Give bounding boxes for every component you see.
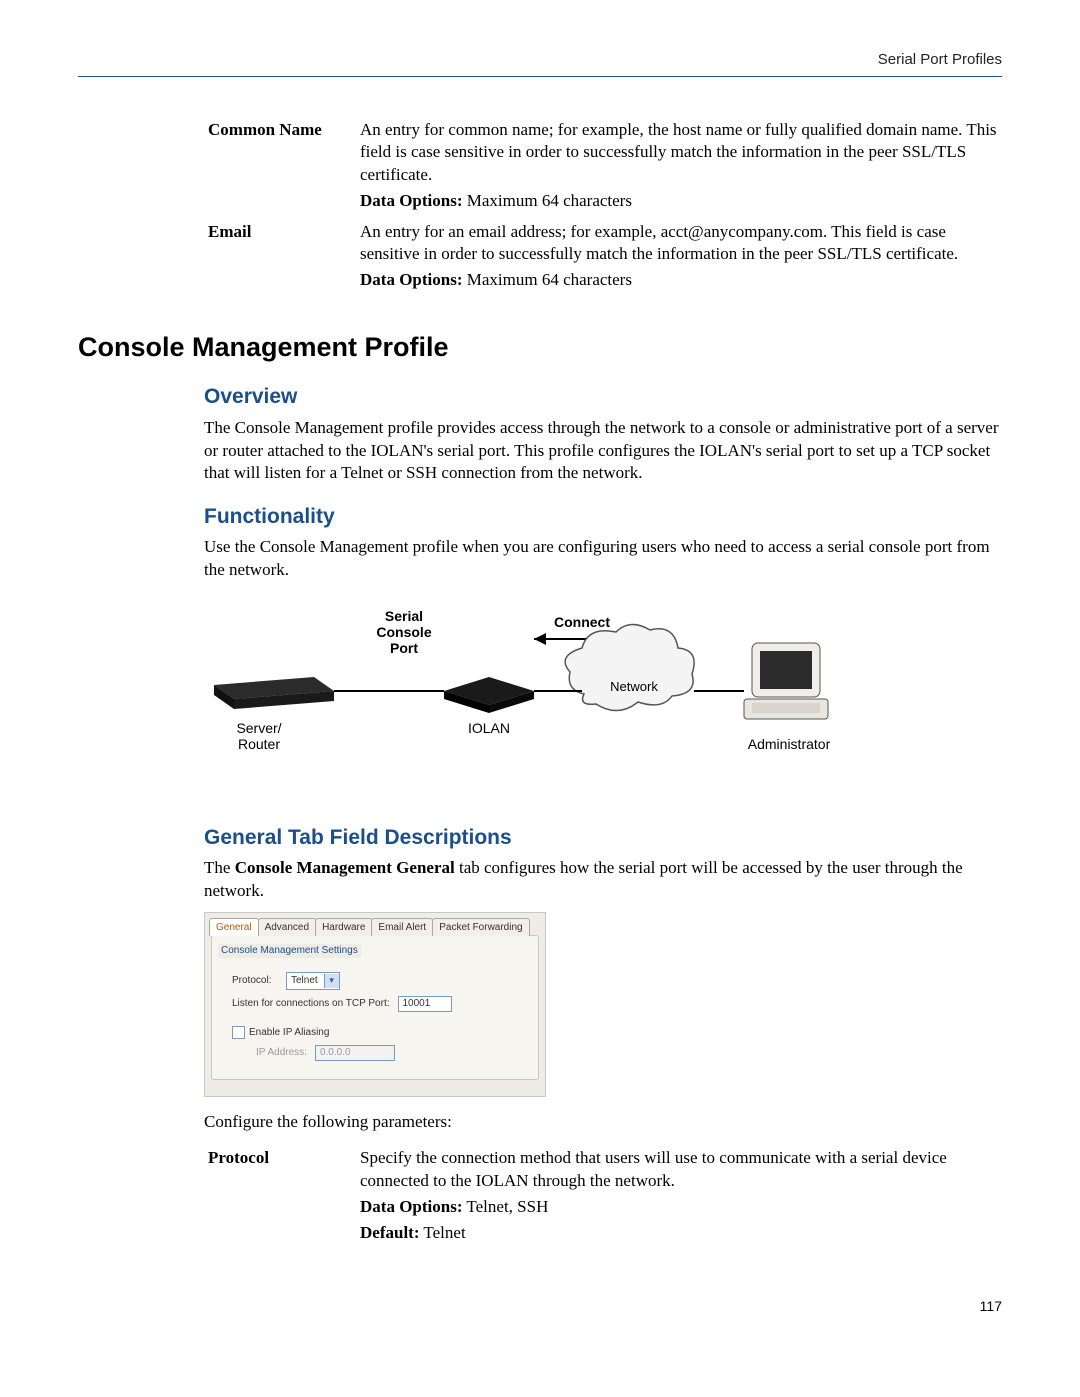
tab-packet-forwarding[interactable]: Packet Forwarding: [432, 918, 529, 936]
def-desc: An entry for common name; for example, t…: [360, 115, 1002, 217]
table-row: Email An entry for an email address; for…: [208, 217, 1002, 296]
diagram-label-connect: Connect: [554, 614, 610, 630]
configure-params-text: Configure the following parameters:: [204, 1111, 1002, 1133]
functionality-text: Use the Console Management profile when …: [204, 536, 1002, 581]
server-router-icon: [214, 677, 334, 709]
network-cloud-icon: [565, 625, 694, 711]
def-desc-text: An entry for common name; for example, t…: [360, 120, 997, 184]
data-options-label: Data Options:: [360, 270, 462, 289]
def-desc-text: Specify the connection method that users…: [360, 1148, 947, 1189]
general-tab-heading: General Tab Field Descriptions: [204, 824, 1002, 852]
data-options-row: Data Options: Telnet, SSH: [360, 1196, 1002, 1218]
diagram-label-server: Server/Router: [236, 720, 281, 752]
table-row: Protocol Specify the connection method t…: [208, 1143, 1002, 1249]
diagram-label-serial-port: SerialConsolePort: [376, 608, 431, 656]
tab-email-alert[interactable]: Email Alert: [371, 918, 433, 936]
diagram-svg: Server/Router SerialConsolePort IOLAN Co…: [204, 599, 844, 789]
tab-advanced[interactable]: Advanced: [258, 918, 316, 936]
def-term: Protocol: [208, 1143, 360, 1249]
def-term: Email: [208, 217, 360, 296]
console-management-settings-panel: General Advanced Hardware Email Alert Pa…: [204, 912, 546, 1097]
ip-address-input: 0.0.0.0: [315, 1045, 395, 1061]
listen-port-row: Listen for connections on TCP Port: 1000…: [232, 996, 528, 1012]
data-options-label: Data Options:: [360, 1197, 462, 1216]
data-options-value: Telnet, SSH: [462, 1197, 548, 1216]
tab-hardware[interactable]: Hardware: [315, 918, 372, 936]
intro-pre: The: [204, 858, 235, 877]
data-options-value: Maximum 64 characters: [462, 191, 631, 210]
definition-table-top: Common Name An entry for common name; fo…: [208, 115, 1002, 296]
page-number: 117: [78, 1297, 1002, 1315]
enable-ip-aliasing-label: Enable IP Aliasing: [249, 1026, 329, 1039]
tab-general[interactable]: General: [209, 918, 259, 936]
diagram-label-network: Network: [610, 679, 658, 694]
ip-address-row: IP Address: 0.0.0.0: [256, 1045, 528, 1061]
def-desc-text: An entry for an email address; for examp…: [360, 222, 958, 263]
protocol-row: Protocol: Telnet ▾: [232, 972, 528, 990]
ip-address-label: IP Address:: [256, 1046, 307, 1059]
header-rule: [78, 76, 1002, 77]
intro-bold: Console Management General: [235, 858, 455, 877]
protocol-value: Telnet: [291, 974, 318, 987]
data-options-row: Data Options: Maximum 64 characters: [360, 190, 1002, 212]
console-management-settings-group: Console Management Settings Protocol: Te…: [211, 935, 539, 1079]
overview-text: The Console Management profile provides …: [204, 417, 1002, 484]
enable-ip-aliasing-row: Enable IP Aliasing: [232, 1026, 528, 1039]
general-tab-intro: The Console Management General tab confi…: [204, 857, 1002, 902]
def-desc: An entry for an email address; for examp…: [360, 217, 1002, 296]
definition-table-bottom: Protocol Specify the connection method t…: [208, 1143, 1002, 1249]
listen-port-label: Listen for connections on TCP Port:: [232, 997, 390, 1010]
arrow-left-icon: [534, 633, 546, 645]
default-value: Telnet: [419, 1223, 465, 1242]
diagram-label-iolan: IOLAN: [468, 720, 510, 736]
data-options-row: Data Options: Maximum 64 characters: [360, 269, 1002, 291]
functionality-heading: Functionality: [204, 503, 1002, 531]
protocol-label: Protocol:: [232, 974, 278, 987]
default-row: Default: Telnet: [360, 1222, 1002, 1244]
chevron-down-icon: ▾: [324, 974, 339, 988]
data-options-value: Maximum 64 characters: [462, 270, 631, 289]
network-diagram: Server/Router SerialConsolePort IOLAN Co…: [204, 599, 1002, 795]
diagram-label-administrator: Administrator: [748, 736, 831, 752]
administrator-computer-icon: [744, 643, 828, 719]
protocol-select[interactable]: Telnet ▾: [286, 972, 340, 990]
section-title: Console Management Profile: [78, 330, 1002, 366]
checkbox-box-icon: [232, 1026, 245, 1039]
default-label: Default:: [360, 1223, 419, 1242]
def-term: Common Name: [208, 115, 360, 217]
iolan-icon: [444, 677, 534, 713]
header-breadcrumb: Serial Port Profiles: [78, 50, 1002, 70]
group-legend: Console Management Settings: [218, 944, 361, 957]
listen-port-input[interactable]: 10001: [398, 996, 452, 1012]
overview-heading: Overview: [204, 383, 1002, 411]
table-row: Common Name An entry for common name; fo…: [208, 115, 1002, 217]
enable-ip-aliasing-checkbox[interactable]: Enable IP Aliasing: [232, 1026, 329, 1039]
data-options-label: Data Options:: [360, 191, 462, 210]
settings-tabs: General Advanced Hardware Email Alert Pa…: [205, 913, 545, 935]
def-desc: Specify the connection method that users…: [360, 1143, 1002, 1249]
